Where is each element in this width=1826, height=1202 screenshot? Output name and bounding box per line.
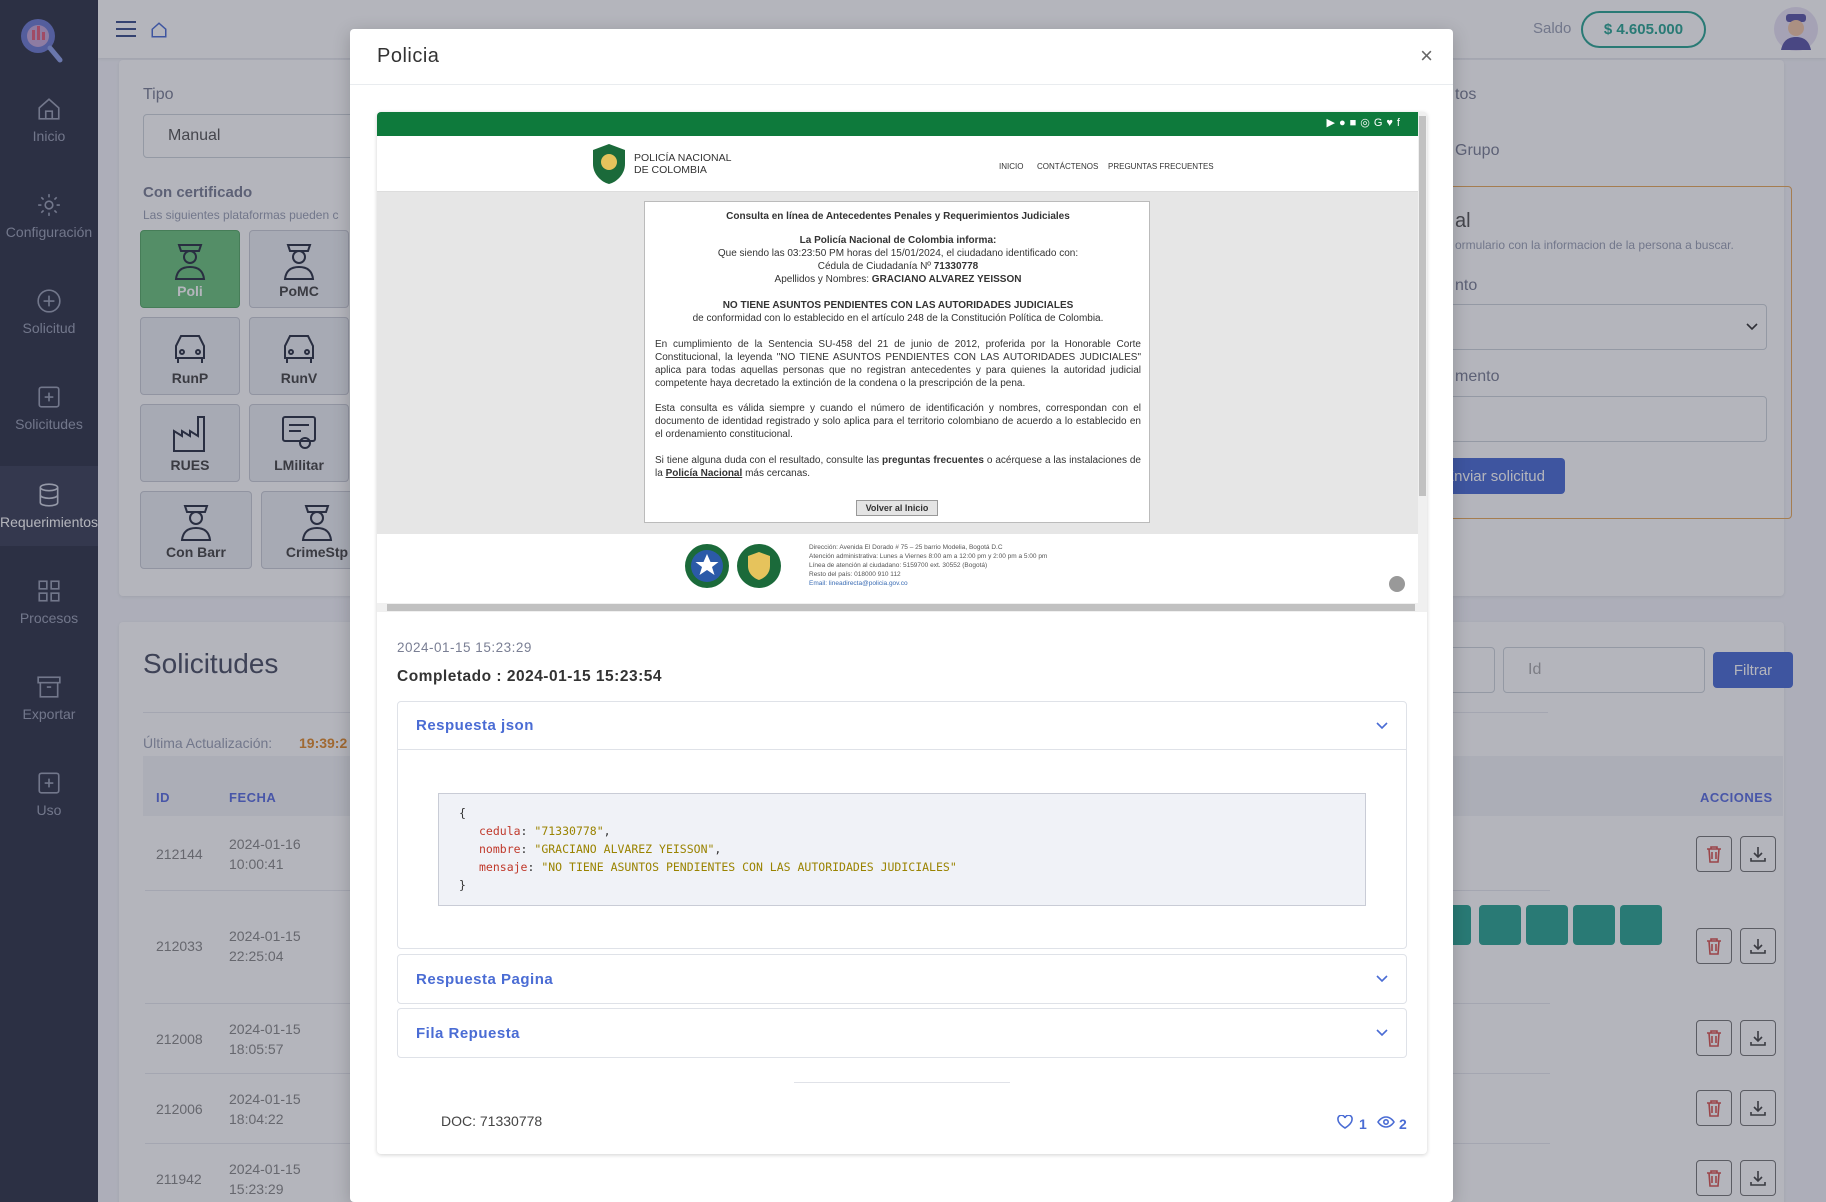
police-crest-icon [593,144,625,184]
completed-timestamp: Completado : 2024-01-15 15:23:54 [397,668,662,685]
accordion-respuesta-json: Respuesta json { cedula: "71330778", nom… [397,701,1407,949]
close-icon[interactable]: × [1420,43,1433,69]
police-nav-contacto: CONTÁCTENOS [1037,162,1099,171]
police-footer-line: Email: lineadirecta@policia.gov.co [809,580,908,587]
screenshot-vertical-scrollbar [1418,112,1427,612]
police-paragraph-3: Si tiene alguna duda con el resultado, c… [655,455,1141,479]
screenshot-horizontal-scrollbar [377,603,1427,612]
police-result-sub: de conformidad con lo establecido en el … [692,313,1104,324]
police-header: POLICÍA NACIONAL DE COLOMBIA INICIO CONT… [377,136,1418,192]
doc-number: DOC: 71330778 [441,1113,543,1129]
heart-icon[interactable] [1337,1115,1353,1129]
police-star-seal-icon [685,544,729,588]
accordion-header[interactable]: Fila Repuesta [398,1009,1406,1057]
json-close-brace: } [459,878,466,892]
policia-modal: Policia × ▶●■◎G♥f POLICÍA NACIONAL DE CO… [350,29,1453,1202]
police-footer-line: Resto del país: 018000 910 112 [809,571,901,578]
police-nav-faq: PREGUNTAS FRECUENTES [1108,162,1214,171]
police-footer-line: Dirección: Avenida El Dorado # 75 – 25 b… [809,544,1003,551]
json-nombre: nombre: "GRACIANO ALVAREZ YEISSON", [479,842,722,856]
json-response-block: { cedula: "71330778", nombre: "GRACIANO … [438,793,1366,906]
police-org-name-1: POLICÍA NACIONAL [634,152,732,164]
modal-header-divider [350,84,1453,85]
police-informs: La Policía Nacional de Colombia informa: [799,235,997,246]
police-footer-line: Atención administrativa: Lunes a Viernes… [809,553,1048,560]
started-timestamp: 2024-01-15 15:23:29 [397,640,532,655]
social-icons: ▶●■◎G♥f [1326,117,1404,129]
views-count: 2 [1399,1116,1407,1132]
accordion-title: Respuesta json [416,717,534,734]
eye-icon[interactable] [1377,1116,1395,1128]
chevron-down-icon [1376,1029,1388,1037]
accordion-header[interactable]: Respuesta Pagina [398,955,1406,1003]
accordion-title: Fila Repuesta [416,1024,521,1042]
police-nav-inicio: INICIO [999,162,1024,171]
json-mensaje: mensaje: "NO TIENE ASUNTOS PENDIENTES CO… [479,860,957,874]
modal-title: Policia [377,45,440,67]
result-card: ▶●■◎G♥f POLICÍA NACIONAL DE COLOMBIA INI… [377,112,1427,1154]
police-heading: Consulta en línea de Antecedentes Penale… [726,211,1070,222]
police-crest-seal-icon [737,544,781,588]
likes-count: 1 [1359,1116,1367,1132]
accordion-fila-repuesta: Fila Repuesta [397,1008,1407,1058]
police-result-box: Consulta en línea de Antecedentes Penale… [644,201,1150,523]
police-paragraph-2: Esta consulta es válida siempre y cuando… [655,403,1141,440]
accordion-title: Respuesta Pagina [416,970,554,988]
police-paragraph-1: En cumplimiento de la Sentencia SU-458 d… [655,339,1141,389]
police-page-screenshot: ▶●■◎G♥f POLICÍA NACIONAL DE COLOMBIA INI… [377,112,1427,612]
police-back-button: Volver al Inicio [856,500,938,516]
police-footer: Dirección: Avenida El Dorado # 75 – 25 b… [377,534,1418,612]
accordion-respuesta-pagina: Respuesta Pagina [397,954,1407,1004]
police-result: NO TIENE ASUNTOS PENDIENTES CON LAS AUTO… [722,300,1074,311]
accordion-header[interactable]: Respuesta json [398,702,1406,750]
chevron-down-icon [1376,975,1388,983]
scroll-top-icon [1389,576,1405,592]
json-open-brace: { [459,806,466,820]
police-id-line: Cédula de Ciudadanía Nº 71330778 [817,261,979,272]
json-cedula: cedula: "71330778", [479,824,611,838]
chevron-down-icon [1376,721,1388,729]
police-top-bar: ▶●■◎G♥f [377,112,1418,136]
police-name-line: Apellidos y Nombres: GRACIANO ALVAREZ YE… [774,274,1022,285]
police-footer-line: Línea de atención al ciudadano: 5159700 … [809,562,988,569]
police-org-name-2: DE COLOMBIA [634,164,707,176]
footer-divider [794,1082,1010,1083]
police-time-line: Que siendo las 03:23:50 PM horas del 15/… [717,248,1079,259]
